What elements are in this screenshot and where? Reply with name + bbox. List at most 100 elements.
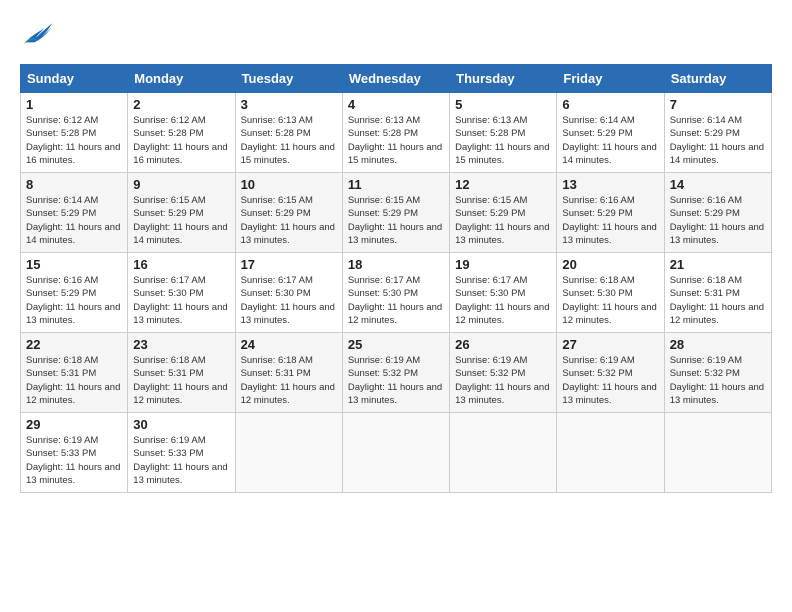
calendar-day-cell: 2 Sunrise: 6:12 AM Sunset: 5:28 PM Dayli… <box>128 93 235 173</box>
day-info: Sunrise: 6:19 AM Sunset: 5:32 PM Dayligh… <box>562 354 658 407</box>
calendar-day-cell: 4 Sunrise: 6:13 AM Sunset: 5:28 PM Dayli… <box>342 93 449 173</box>
calendar-day-cell: 7 Sunrise: 6:14 AM Sunset: 5:29 PM Dayli… <box>664 93 771 173</box>
day-number: 19 <box>455 257 551 272</box>
day-info: Sunrise: 6:17 AM Sunset: 5:30 PM Dayligh… <box>455 274 551 327</box>
calendar-day-cell: 8 Sunrise: 6:14 AM Sunset: 5:29 PM Dayli… <box>21 173 128 253</box>
day-number: 21 <box>670 257 766 272</box>
calendar-day-cell: 12 Sunrise: 6:15 AM Sunset: 5:29 PM Dayl… <box>450 173 557 253</box>
calendar-day-cell <box>450 413 557 493</box>
day-number: 7 <box>670 97 766 112</box>
day-info: Sunrise: 6:13 AM Sunset: 5:28 PM Dayligh… <box>241 114 337 167</box>
calendar-day-cell: 3 Sunrise: 6:13 AM Sunset: 5:28 PM Dayli… <box>235 93 342 173</box>
day-info: Sunrise: 6:15 AM Sunset: 5:29 PM Dayligh… <box>133 194 229 247</box>
calendar-day-cell: 19 Sunrise: 6:17 AM Sunset: 5:30 PM Dayl… <box>450 253 557 333</box>
calendar-day-cell <box>235 413 342 493</box>
calendar-day-cell: 21 Sunrise: 6:18 AM Sunset: 5:31 PM Dayl… <box>664 253 771 333</box>
header-monday: Monday <box>128 65 235 93</box>
day-info: Sunrise: 6:12 AM Sunset: 5:28 PM Dayligh… <box>26 114 122 167</box>
calendar-body: 1 Sunrise: 6:12 AM Sunset: 5:28 PM Dayli… <box>21 93 772 493</box>
day-info: Sunrise: 6:18 AM Sunset: 5:31 PM Dayligh… <box>241 354 337 407</box>
calendar-week-row: 22 Sunrise: 6:18 AM Sunset: 5:31 PM Dayl… <box>21 333 772 413</box>
calendar-day-cell: 9 Sunrise: 6:15 AM Sunset: 5:29 PM Dayli… <box>128 173 235 253</box>
calendar-day-cell: 14 Sunrise: 6:16 AM Sunset: 5:29 PM Dayl… <box>664 173 771 253</box>
day-number: 23 <box>133 337 229 352</box>
calendar-day-cell: 15 Sunrise: 6:16 AM Sunset: 5:29 PM Dayl… <box>21 253 128 333</box>
calendar-table: Sunday Monday Tuesday Wednesday Thursday… <box>20 64 772 493</box>
day-number: 27 <box>562 337 658 352</box>
day-info: Sunrise: 6:13 AM Sunset: 5:28 PM Dayligh… <box>348 114 444 167</box>
calendar-day-cell: 17 Sunrise: 6:17 AM Sunset: 5:30 PM Dayl… <box>235 253 342 333</box>
calendar-day-cell: 26 Sunrise: 6:19 AM Sunset: 5:32 PM Dayl… <box>450 333 557 413</box>
day-info: Sunrise: 6:12 AM Sunset: 5:28 PM Dayligh… <box>133 114 229 167</box>
header-friday: Friday <box>557 65 664 93</box>
day-number: 10 <box>241 177 337 192</box>
day-number: 16 <box>133 257 229 272</box>
day-info: Sunrise: 6:19 AM Sunset: 5:33 PM Dayligh… <box>26 434 122 487</box>
calendar-day-cell: 23 Sunrise: 6:18 AM Sunset: 5:31 PM Dayl… <box>128 333 235 413</box>
day-info: Sunrise: 6:13 AM Sunset: 5:28 PM Dayligh… <box>455 114 551 167</box>
calendar-day-cell: 20 Sunrise: 6:18 AM Sunset: 5:30 PM Dayl… <box>557 253 664 333</box>
day-number: 25 <box>348 337 444 352</box>
day-number: 26 <box>455 337 551 352</box>
calendar-day-cell: 22 Sunrise: 6:18 AM Sunset: 5:31 PM Dayl… <box>21 333 128 413</box>
day-info: Sunrise: 6:18 AM Sunset: 5:31 PM Dayligh… <box>670 274 766 327</box>
day-info: Sunrise: 6:19 AM Sunset: 5:32 PM Dayligh… <box>455 354 551 407</box>
calendar-day-cell: 13 Sunrise: 6:16 AM Sunset: 5:29 PM Dayl… <box>557 173 664 253</box>
day-number: 9 <box>133 177 229 192</box>
header-sunday: Sunday <box>21 65 128 93</box>
calendar-day-cell: 10 Sunrise: 6:15 AM Sunset: 5:29 PM Dayl… <box>235 173 342 253</box>
day-number: 1 <box>26 97 122 112</box>
day-info: Sunrise: 6:16 AM Sunset: 5:29 PM Dayligh… <box>26 274 122 327</box>
calendar-day-cell <box>342 413 449 493</box>
calendar-day-cell: 28 Sunrise: 6:19 AM Sunset: 5:32 PM Dayl… <box>664 333 771 413</box>
day-number: 20 <box>562 257 658 272</box>
day-number: 30 <box>133 417 229 432</box>
day-number: 17 <box>241 257 337 272</box>
calendar-day-cell: 11 Sunrise: 6:15 AM Sunset: 5:29 PM Dayl… <box>342 173 449 253</box>
calendar-day-cell <box>557 413 664 493</box>
day-number: 3 <box>241 97 337 112</box>
day-info: Sunrise: 6:15 AM Sunset: 5:29 PM Dayligh… <box>455 194 551 247</box>
logo-icon <box>20 20 52 48</box>
day-info: Sunrise: 6:17 AM Sunset: 5:30 PM Dayligh… <box>348 274 444 327</box>
day-info: Sunrise: 6:14 AM Sunset: 5:29 PM Dayligh… <box>670 114 766 167</box>
logo <box>20 20 56 48</box>
day-info: Sunrise: 6:16 AM Sunset: 5:29 PM Dayligh… <box>670 194 766 247</box>
day-number: 12 <box>455 177 551 192</box>
day-number: 11 <box>348 177 444 192</box>
day-info: Sunrise: 6:19 AM Sunset: 5:32 PM Dayligh… <box>348 354 444 407</box>
header <box>20 20 772 48</box>
day-number: 2 <box>133 97 229 112</box>
calendar-day-cell <box>664 413 771 493</box>
calendar-day-cell: 24 Sunrise: 6:18 AM Sunset: 5:31 PM Dayl… <box>235 333 342 413</box>
day-number: 4 <box>348 97 444 112</box>
day-number: 8 <box>26 177 122 192</box>
header-wednesday: Wednesday <box>342 65 449 93</box>
calendar-week-row: 1 Sunrise: 6:12 AM Sunset: 5:28 PM Dayli… <box>21 93 772 173</box>
calendar-day-cell: 30 Sunrise: 6:19 AM Sunset: 5:33 PM Dayl… <box>128 413 235 493</box>
day-number: 6 <box>562 97 658 112</box>
calendar-day-cell: 25 Sunrise: 6:19 AM Sunset: 5:32 PM Dayl… <box>342 333 449 413</box>
day-info: Sunrise: 6:15 AM Sunset: 5:29 PM Dayligh… <box>241 194 337 247</box>
day-info: Sunrise: 6:15 AM Sunset: 5:29 PM Dayligh… <box>348 194 444 247</box>
day-info: Sunrise: 6:17 AM Sunset: 5:30 PM Dayligh… <box>241 274 337 327</box>
header-saturday: Saturday <box>664 65 771 93</box>
day-info: Sunrise: 6:16 AM Sunset: 5:29 PM Dayligh… <box>562 194 658 247</box>
calendar-week-row: 15 Sunrise: 6:16 AM Sunset: 5:29 PM Dayl… <box>21 253 772 333</box>
calendar-day-cell: 16 Sunrise: 6:17 AM Sunset: 5:30 PM Dayl… <box>128 253 235 333</box>
day-info: Sunrise: 6:18 AM Sunset: 5:30 PM Dayligh… <box>562 274 658 327</box>
calendar-day-cell: 6 Sunrise: 6:14 AM Sunset: 5:29 PM Dayli… <box>557 93 664 173</box>
day-info: Sunrise: 6:19 AM Sunset: 5:32 PM Dayligh… <box>670 354 766 407</box>
calendar-day-cell: 27 Sunrise: 6:19 AM Sunset: 5:32 PM Dayl… <box>557 333 664 413</box>
day-info: Sunrise: 6:14 AM Sunset: 5:29 PM Dayligh… <box>26 194 122 247</box>
day-info: Sunrise: 6:19 AM Sunset: 5:33 PM Dayligh… <box>133 434 229 487</box>
day-number: 15 <box>26 257 122 272</box>
day-info: Sunrise: 6:18 AM Sunset: 5:31 PM Dayligh… <box>26 354 122 407</box>
day-number: 14 <box>670 177 766 192</box>
day-info: Sunrise: 6:14 AM Sunset: 5:29 PM Dayligh… <box>562 114 658 167</box>
header-tuesday: Tuesday <box>235 65 342 93</box>
header-thursday: Thursday <box>450 65 557 93</box>
calendar-day-cell: 29 Sunrise: 6:19 AM Sunset: 5:33 PM Dayl… <box>21 413 128 493</box>
calendar-week-row: 29 Sunrise: 6:19 AM Sunset: 5:33 PM Dayl… <box>21 413 772 493</box>
calendar-day-cell: 5 Sunrise: 6:13 AM Sunset: 5:28 PM Dayli… <box>450 93 557 173</box>
